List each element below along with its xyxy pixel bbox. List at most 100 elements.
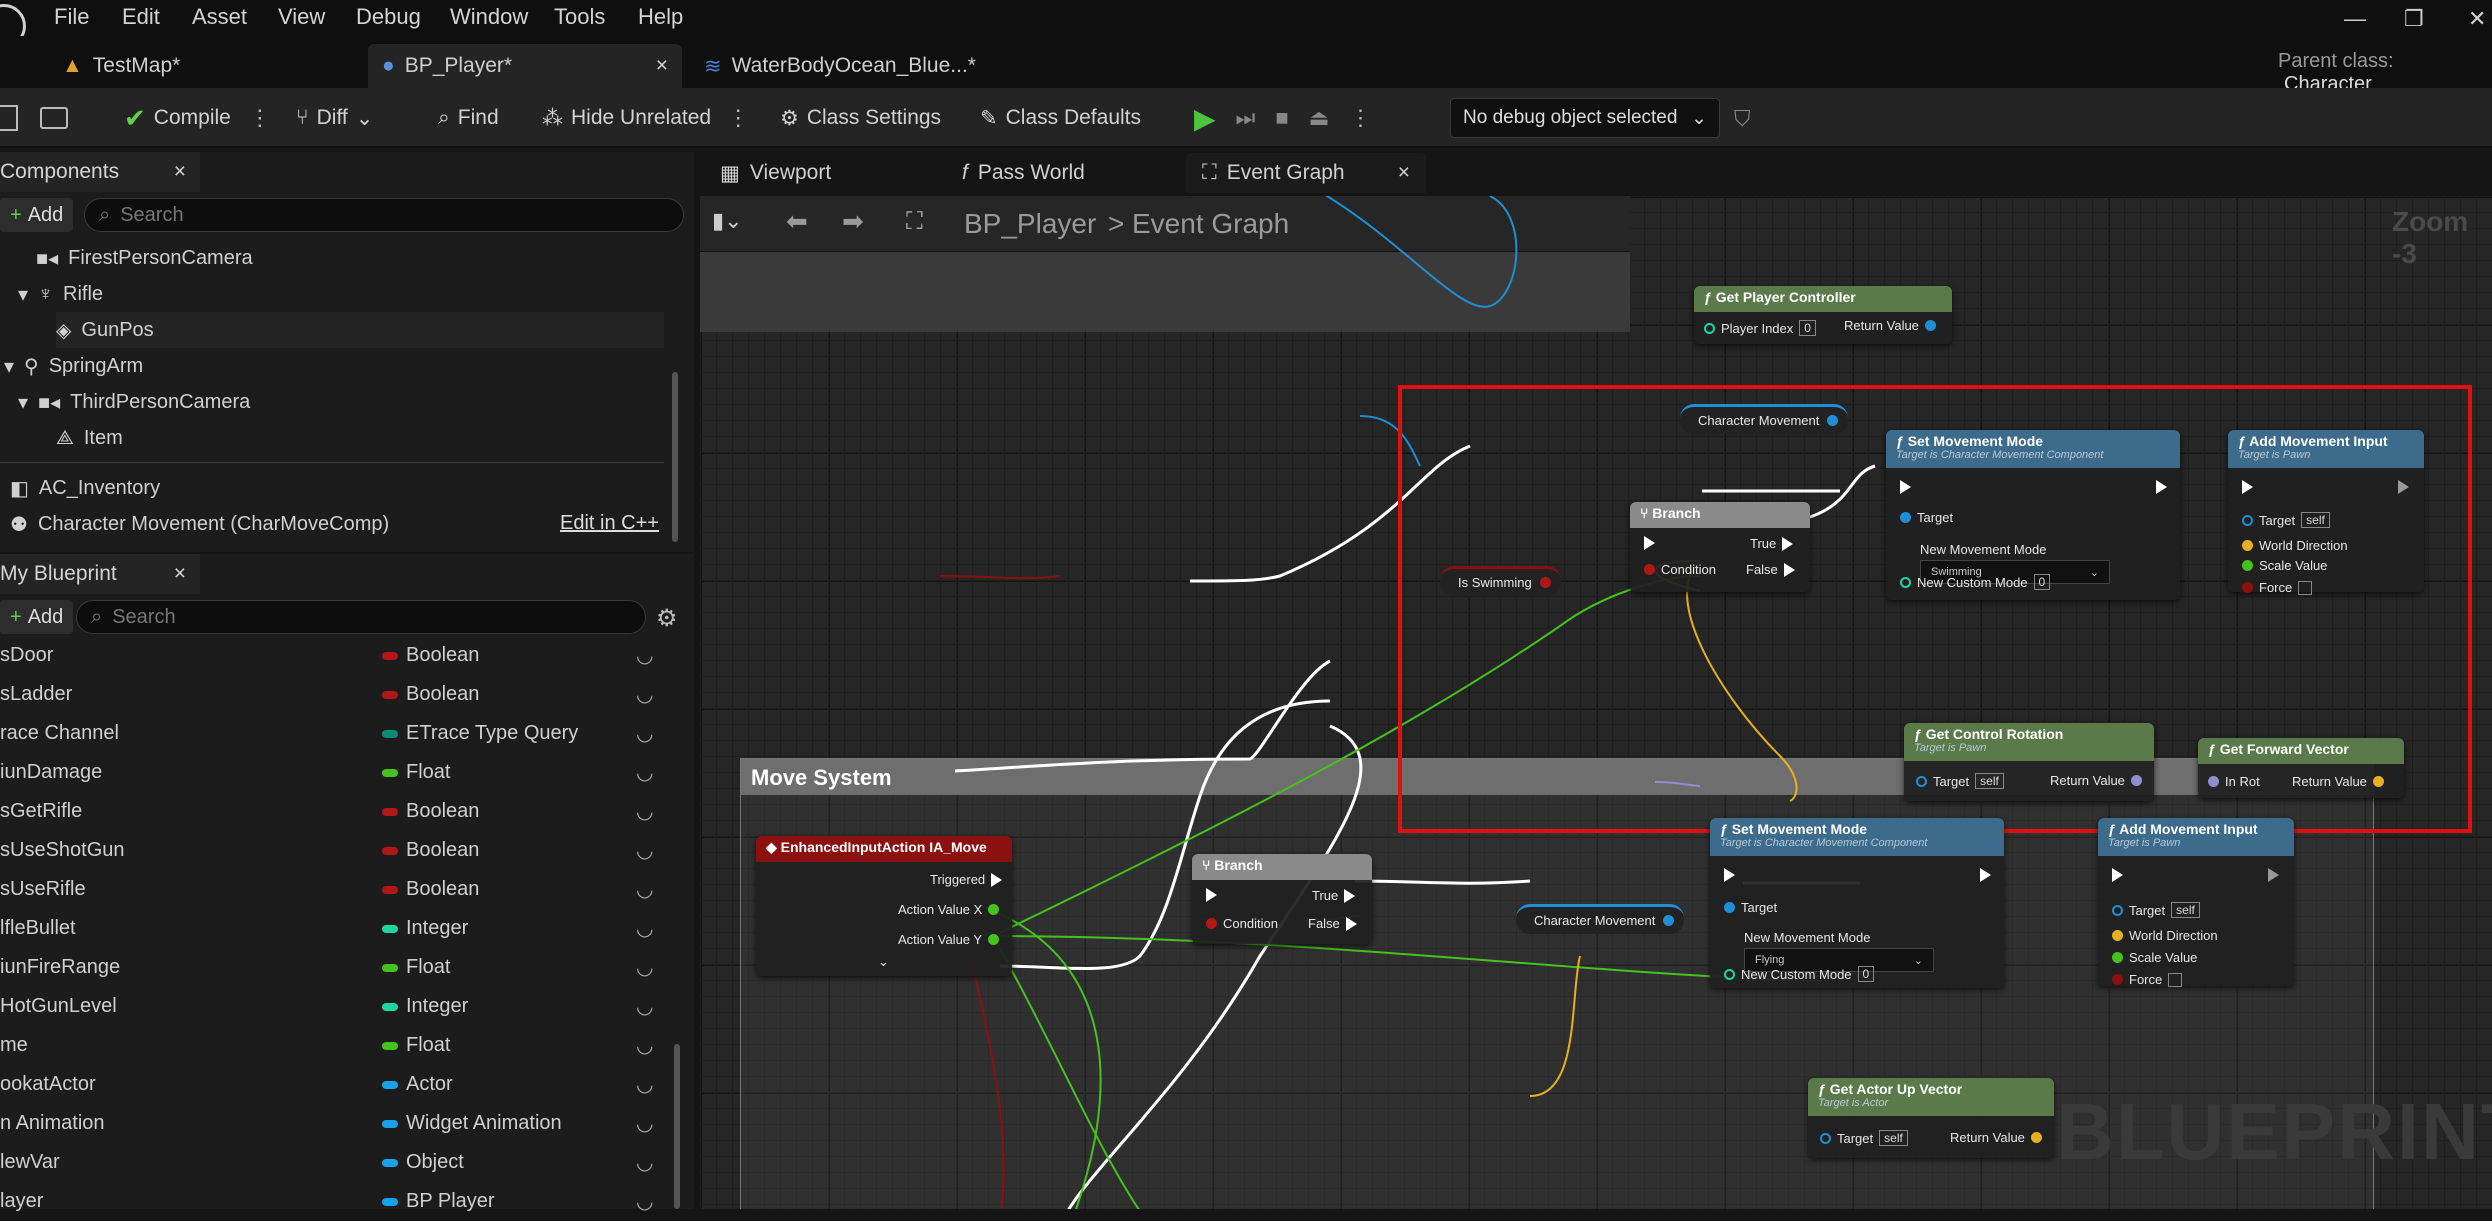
pin-force[interactable]: Force [2112,972,2183,987]
stop-icon[interactable]: ■ [1275,105,1288,131]
pin-condition[interactable]: Condition [1644,562,1716,577]
visibility-eye-icon[interactable]: ◡ [636,682,653,707]
debug-object-select[interactable]: No debug object selected ⌄ [1450,98,1720,138]
close-icon[interactable]: ✕ [2468,6,2486,32]
my-blueprint-search[interactable]: ⌕ Search [76,600,646,634]
variable-row[interactable]: ookatActor Actor ◡ [0,1065,680,1104]
variable-row[interactable]: sLadder Boolean ◡ [0,675,680,714]
pin-exec-in[interactable] [1206,888,1217,902]
node-add-movement-input-bottom[interactable]: ƒ Add Movement Input Target is Pawn Targe… [2098,818,2294,987]
variable-row[interactable]: sGetRifle Boolean ◡ [0,792,680,831]
visibility-eye-icon[interactable]: ◡ [636,994,653,1019]
visibility-eye-icon[interactable]: ◡ [636,1033,653,1058]
pin-return-value[interactable]: Return Value [2292,774,2384,789]
node-get-player-controller[interactable]: ƒ Get Player Controller Player Index 0 Re… [1694,286,1952,344]
pin-target[interactable]: Target [1724,900,1777,915]
pin-action-value-x[interactable]: Action Value X [898,902,1000,917]
tab-pass-world[interactable]: f Pass World [946,153,1101,193]
pin-world-direction[interactable]: World Direction [2242,538,2348,553]
tree-item-rifle[interactable]: ▾ ♆ Rifle [18,276,103,312]
visibility-eye-icon[interactable]: ◡ [636,721,653,746]
menu-file[interactable]: File [54,4,89,30]
play-icon[interactable]: ▶ [1194,102,1216,135]
visibility-eye-icon[interactable]: ◡ [636,838,653,863]
pin-false[interactable]: False [1746,562,1795,577]
pin-new-custom-mode[interactable]: New Custom Mode 0 [1900,574,2051,590]
components-search[interactable]: ⌕ Search [84,198,684,232]
pin-world-direction[interactable]: World Direction [2112,928,2218,943]
pin-exec-out[interactable] [2268,868,2279,882]
pin-false[interactable]: False [1308,916,1357,931]
pin-exec-in[interactable] [2242,480,2253,494]
variable-row[interactable]: sUseRifle Boolean ◡ [0,870,680,909]
visibility-eye-icon[interactable]: ◡ [636,1150,653,1175]
pin-condition[interactable]: Condition [1206,916,1278,931]
doc-tab-testmap[interactable]: ▲ TestMap* [48,44,194,88]
visibility-eye-icon[interactable]: ◡ [636,877,653,902]
pin-target[interactable]: Target self [1820,1130,1908,1146]
my-blueprint-scrollbar[interactable] [674,1044,680,1209]
pin-target[interactable]: Target self [1916,773,2004,789]
tree-item-character-movement[interactable]: ⚉ Character Movement (CharMoveComp) [10,506,389,542]
pin-scale-value[interactable]: Scale Value [2242,558,2327,573]
variable-row[interactable]: layer BP Player ◡ [0,1182,680,1221]
node-set-movement-mode-bottom[interactable]: ƒ Set Movement Mode Target is Character M… [1710,818,2004,988]
pin-new-custom-mode[interactable]: New Custom Mode 0 [1724,966,1875,982]
node-get-forward-vector[interactable]: ƒ Get Forward Vector In Rot Return Value [2198,738,2404,798]
tree-item-firestpersoncamera[interactable]: ■◂ FirestPersonCamera [36,240,253,276]
visibility-eye-icon[interactable]: ◡ [636,643,653,668]
node-get-control-rotation[interactable]: ƒ Get Control Rotation Target is Pawn Tar… [1904,723,2154,801]
event-graph-canvas[interactable]: ▮⌄ ⬅ ➡ ⛶ BP_Player > Event Graph Zoom -3… [700,196,2492,1209]
tab-event-graph[interactable]: ⛶ Event Graph × [1186,153,1426,193]
pin-target[interactable]: Target self [2112,902,2200,918]
menu-edit[interactable]: Edit [122,4,160,30]
tree-item-thirdpersoncamera[interactable]: ▾ ■◂ ThirdPersonCamera [18,384,250,420]
pin-triggered[interactable]: Triggered [930,872,1003,887]
close-tab-icon[interactable]: × [656,54,668,78]
variable-row[interactable]: me Float ◡ [0,1026,680,1065]
pin-player-index[interactable]: Player Index 0 [1704,320,1816,336]
node-branch-bottom[interactable]: ⑂ Branch Condition True False [1192,854,1372,944]
diff-button[interactable]: ⑂ Diff ⌄ [296,96,373,140]
expand-node-icon[interactable]: ⌄ [878,954,889,970]
settings-gear-icon[interactable]: ⚙ [656,604,678,633]
variable-row[interactable]: iunFireRange Float ◡ [0,948,680,987]
pin-true[interactable]: True [1312,888,1356,903]
menu-view[interactable]: View [278,4,325,30]
browse-icon[interactable] [40,96,68,140]
node-add-movement-input-top[interactable]: ƒ Add Movement Input Target is Pawn Targe… [2228,430,2424,595]
menu-help[interactable]: Help [638,4,683,30]
variable-row[interactable]: iunDamage Float ◡ [0,753,680,792]
close-panel-icon[interactable]: × [174,160,186,184]
menu-window[interactable]: Window [450,4,528,30]
compile-button[interactable]: ✔ Compile ⋮ [124,96,271,140]
debug-filter-icon[interactable]: ⛉ [1734,106,1751,132]
step-icon[interactable]: ⏭ [1236,105,1256,131]
expand-icon[interactable]: ▾ [18,282,28,307]
tab-viewport[interactable]: ▦ Viewport [704,153,847,193]
visibility-eye-icon[interactable]: ◡ [636,916,653,941]
expand-icon[interactable]: ▾ [18,390,28,415]
pin-in-rot[interactable]: In Rot [2208,774,2260,789]
variable-row[interactable]: sUseShotGun Boolean ◡ [0,831,680,870]
visibility-eye-icon[interactable]: ◡ [636,760,653,785]
add-member-button[interactable]: + Add [0,600,74,634]
pin-target[interactable]: Target [1900,510,1953,525]
pin-force[interactable]: Force [2242,580,2313,595]
menu-tools[interactable]: Tools [554,4,605,30]
pin-exec-in[interactable] [1724,868,1735,882]
restore-icon[interactable]: ❐ [2404,6,2424,32]
pin-true[interactable]: True [1750,536,1794,551]
minimize-icon[interactable]: — [2344,6,2366,32]
eject-icon[interactable]: ⏏ [1309,105,1330,131]
menu-debug[interactable]: Debug [356,4,421,30]
tree-item-springarm[interactable]: ▾ ⚲ SpringArm [4,348,143,384]
class-defaults-button[interactable]: ✎ Class Defaults [980,96,1141,140]
play-options-icon[interactable]: ⋮ [1349,105,1371,131]
tree-item-gunpos[interactable]: ◈ GunPos [56,312,664,348]
close-panel-icon[interactable]: × [174,562,186,586]
node-enhanced-input-action-ia-move[interactable]: ◆ EnhancedInputAction IA_Move Triggered … [756,836,1012,976]
pin-scale-value[interactable]: Scale Value [2112,950,2197,965]
variable-row[interactable]: sDoor Boolean ◡ [0,636,680,675]
visibility-eye-icon[interactable]: ◡ [636,1072,653,1097]
